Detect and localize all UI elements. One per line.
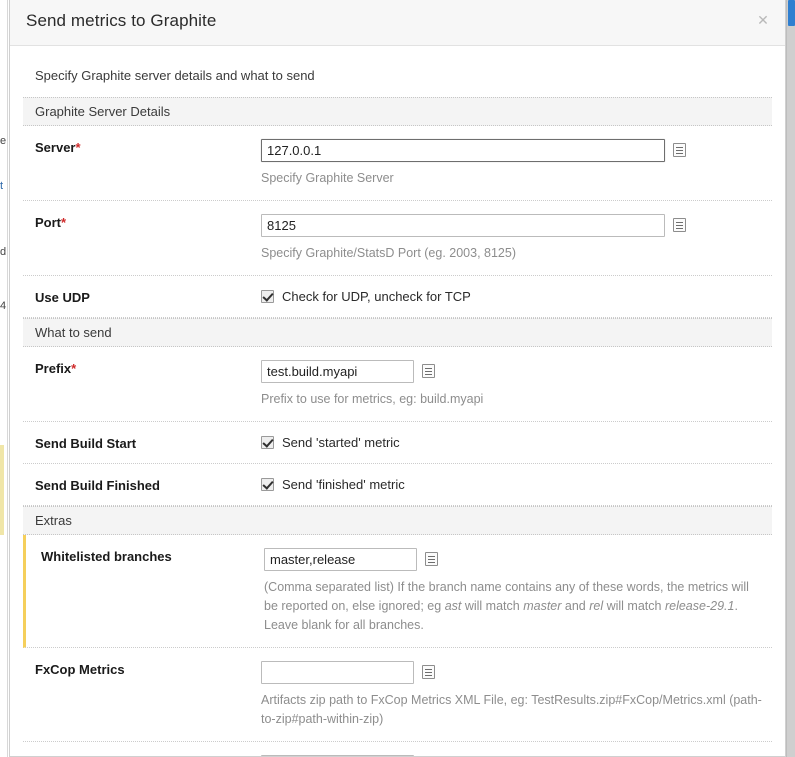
use-udp-checkbox-label: Check for UDP, uncheck for TCP <box>282 289 471 304</box>
field-row-use-udp: Use UDP Check for UDP, uncheck for TCP <box>23 276 772 318</box>
section-header-what-to-send: What to send <box>23 318 772 347</box>
field-label-server: Server* <box>23 139 261 188</box>
page-peek-text: t <box>0 180 4 192</box>
field-control-send-build-start: Send 'started' metric <box>261 435 772 451</box>
page-peek-text: 4 <box>0 300 7 312</box>
port-input[interactable] <box>261 214 665 237</box>
page-scrollbar[interactable] <box>786 0 795 757</box>
field-control-whitelisted-branches: (Comma separated list) If the branch nam… <box>264 548 772 635</box>
field-label-prefix-text: Prefix <box>35 361 72 376</box>
field-row-port: Port* Specify Graphite/StatsD Port (eg. … <box>23 201 772 276</box>
list-icon[interactable] <box>673 143 686 157</box>
send-metrics-dialog: Send metrics to Graphite ✕ Specify Graph… <box>9 0 786 757</box>
page-peek-text: e <box>0 135 7 147</box>
hint-part: and <box>561 599 590 613</box>
required-marker: * <box>71 361 77 376</box>
dialog-title: Send metrics to Graphite <box>26 11 217 30</box>
hint-part: will match <box>461 599 524 613</box>
field-control-fxcop-metrics: Artifacts zip path to FxCop Metrics XML … <box>261 661 772 729</box>
hint-emphasis: rel <box>589 599 604 613</box>
list-icon[interactable] <box>422 665 435 679</box>
field-label-use-udp: Use UDP <box>35 290 90 305</box>
field-label-whitelisted-branches: Whitelisted branches <box>41 549 172 564</box>
section-header-extras: Extras <box>23 506 772 535</box>
field-hint-port: Specify Graphite/StatsD Port (eg. 2003, … <box>261 246 516 260</box>
field-row-send-build-start: Send Build Start Send 'started' metric <box>23 422 772 464</box>
field-hint-prefix: Prefix to use for metrics, eg: build.mya… <box>261 392 484 406</box>
page-scrollbar-thumb[interactable] <box>788 0 795 26</box>
hint-emphasis: ast <box>444 599 462 613</box>
field-hint-server: Specify Graphite Server <box>261 171 394 185</box>
prefix-input[interactable] <box>261 360 414 383</box>
field-hint-whitelisted-branches: (Comma separated list) If the branch nam… <box>264 578 762 635</box>
required-marker: * <box>75 140 81 155</box>
field-label-fxcop-metrics: FxCop Metrics <box>35 662 125 677</box>
field-control-server: Specify Graphite Server <box>261 139 772 188</box>
field-hint-fxcop-metrics: Artifacts zip path to FxCop Metrics XML … <box>261 693 762 726</box>
field-control-send-build-finished: Send 'finished' metric <box>261 477 772 493</box>
dialog-body: Specify Graphite server details and what… <box>10 46 785 756</box>
field-row-fxcop-metrics: FxCop Metrics Artifacts zip path to FxCo… <box>23 648 772 742</box>
field-row-prefix: Prefix* Prefix to use for metrics, eg: b… <box>23 347 772 422</box>
field-label-send-build-start: Send Build Start <box>35 436 137 451</box>
list-icon[interactable] <box>422 364 435 378</box>
screen: e t d 4 Send metrics to Graphite ✕ Speci… <box>0 0 795 757</box>
field-row-opencover-metrics: OpenCover Metrics Artifacts zip path to … <box>23 742 772 756</box>
field-control-use-udp: Check for UDP, uncheck for TCP <box>261 289 772 305</box>
required-marker: * <box>61 215 67 230</box>
field-label-port-text: Port <box>35 215 61 230</box>
dialog-header: Send metrics to Graphite ✕ <box>10 0 785 46</box>
hint-emphasis: release-29.1 <box>664 599 735 613</box>
field-control-prefix: Prefix to use for metrics, eg: build.mya… <box>261 360 772 409</box>
underlying-page-sliver: e t d 4 <box>0 0 8 757</box>
server-input[interactable] <box>261 139 665 162</box>
list-icon[interactable] <box>425 552 438 566</box>
field-label-prefix: Prefix* <box>23 360 261 409</box>
list-icon[interactable] <box>673 218 686 232</box>
field-row-send-build-finished: Send Build Finished Send 'finished' metr… <box>23 464 772 506</box>
field-label-port: Port* <box>23 214 261 263</box>
hint-part: will match <box>603 599 665 613</box>
send-build-start-checkbox[interactable] <box>261 436 274 449</box>
whitelisted-branches-input[interactable] <box>264 548 417 571</box>
hint-emphasis: master <box>523 599 562 613</box>
section-header-graphite-server-details: Graphite Server Details <box>23 97 772 126</box>
field-row-server: Server* Specify Graphite Server <box>23 126 772 201</box>
send-build-start-checkbox-label: Send 'started' metric <box>282 435 400 450</box>
use-udp-checkbox[interactable] <box>261 290 274 303</box>
field-label-server-text: Server <box>35 140 76 155</box>
field-label-send-build-finished: Send Build Finished <box>35 478 160 493</box>
page-peek-text: d <box>0 246 7 258</box>
page-peek-highlight <box>0 445 4 535</box>
close-icon[interactable]: ✕ <box>755 12 771 28</box>
dialog-intro-text: Specify Graphite server details and what… <box>35 68 315 83</box>
fxcop-metrics-input[interactable] <box>261 661 414 684</box>
field-row-whitelisted-branches: Whitelisted branches (Comma separated li… <box>23 535 772 648</box>
send-build-finished-checkbox[interactable] <box>261 478 274 491</box>
field-control-port: Specify Graphite/StatsD Port (eg. 2003, … <box>261 214 772 263</box>
send-build-finished-checkbox-label: Send 'finished' metric <box>282 477 405 492</box>
